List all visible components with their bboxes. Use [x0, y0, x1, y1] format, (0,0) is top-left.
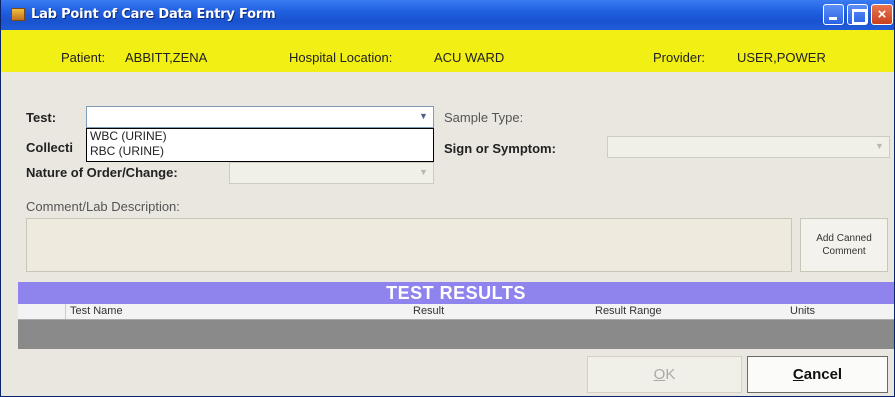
chevron-down-icon[interactable]: ▼ — [415, 108, 432, 126]
app-icon — [11, 8, 25, 21]
results-grid-body[interactable] — [18, 320, 894, 349]
ok-button[interactable]: OK — [587, 356, 742, 393]
close-icon: × — [877, 6, 887, 23]
results-grid-header: Test Name Result Result Range Units — [18, 304, 894, 320]
close-button[interactable]: × — [871, 4, 893, 25]
nature-of-order-label: Nature of Order/Change: — [26, 165, 178, 180]
col-result[interactable]: Result — [413, 305, 444, 317]
ok-label-rest: K — [665, 366, 676, 383]
chevron-down-icon: ▼ — [875, 141, 884, 151]
col-test-name[interactable]: Test Name — [70, 305, 123, 317]
patient-name: ABBITT,ZENA — [125, 50, 208, 65]
sign-symptom-label: Sign or Symptom: — [444, 141, 556, 156]
nature-of-order-select[interactable]: ▼ — [229, 162, 434, 184]
lab-poc-window: Lab Point of Care Data Entry Form × Pati… — [0, 0, 895, 397]
patient-info-bar: Patient: ABBITT,ZENA Hospital Location: … — [1, 30, 894, 72]
ok-mnemonic: O — [653, 366, 666, 383]
col-result-range[interactable]: Result Range — [595, 305, 662, 317]
provider-value: USER,POWER — [737, 50, 826, 65]
comment-textarea[interactable] — [26, 218, 792, 272]
cancel-button[interactable]: Cancel — [747, 356, 888, 393]
test-select[interactable]: ▼ — [86, 106, 434, 128]
sign-symptom-select[interactable]: ▼ — [607, 136, 890, 158]
sample-type-label: Sample Type: — [444, 110, 524, 125]
cancel-mnemonic: C — [792, 366, 804, 383]
test-label: Test: — [26, 110, 57, 125]
patient-label: Patient: — [61, 50, 106, 65]
cancel-label-rest: ancel — [803, 366, 843, 383]
minimize-button[interactable] — [823, 4, 844, 25]
collection-label: Collecti — [26, 140, 73, 155]
grid-corner — [18, 304, 66, 319]
add-canned-comment-button[interactable]: Add Canned Comment — [800, 218, 888, 272]
window-title: Lab Point of Care Data Entry Form — [31, 7, 276, 22]
provider-label: Provider: — [653, 50, 706, 65]
hospital-location-label: Hospital Location: — [289, 50, 393, 65]
test-option-rbc-urine[interactable]: RBC (URINE) — [87, 144, 433, 159]
test-results-header: TEST RESULTS — [18, 282, 894, 304]
test-dropdown-list: WBC (URINE) RBC (URINE) — [86, 128, 434, 162]
add-canned-line1: Add Canned — [816, 233, 872, 244]
title-bar[interactable]: Lab Point of Care Data Entry Form × — [1, 0, 894, 30]
test-option-wbc-urine[interactable]: WBC (URINE) — [87, 129, 433, 144]
chevron-down-icon: ▼ — [419, 167, 428, 177]
col-units[interactable]: Units — [790, 305, 815, 317]
hospital-location-value: ACU WARD — [434, 50, 505, 65]
add-canned-line2: Comment — [822, 246, 866, 257]
comment-label: Comment/Lab Description: — [26, 199, 180, 214]
maximize-button[interactable] — [847, 4, 868, 25]
